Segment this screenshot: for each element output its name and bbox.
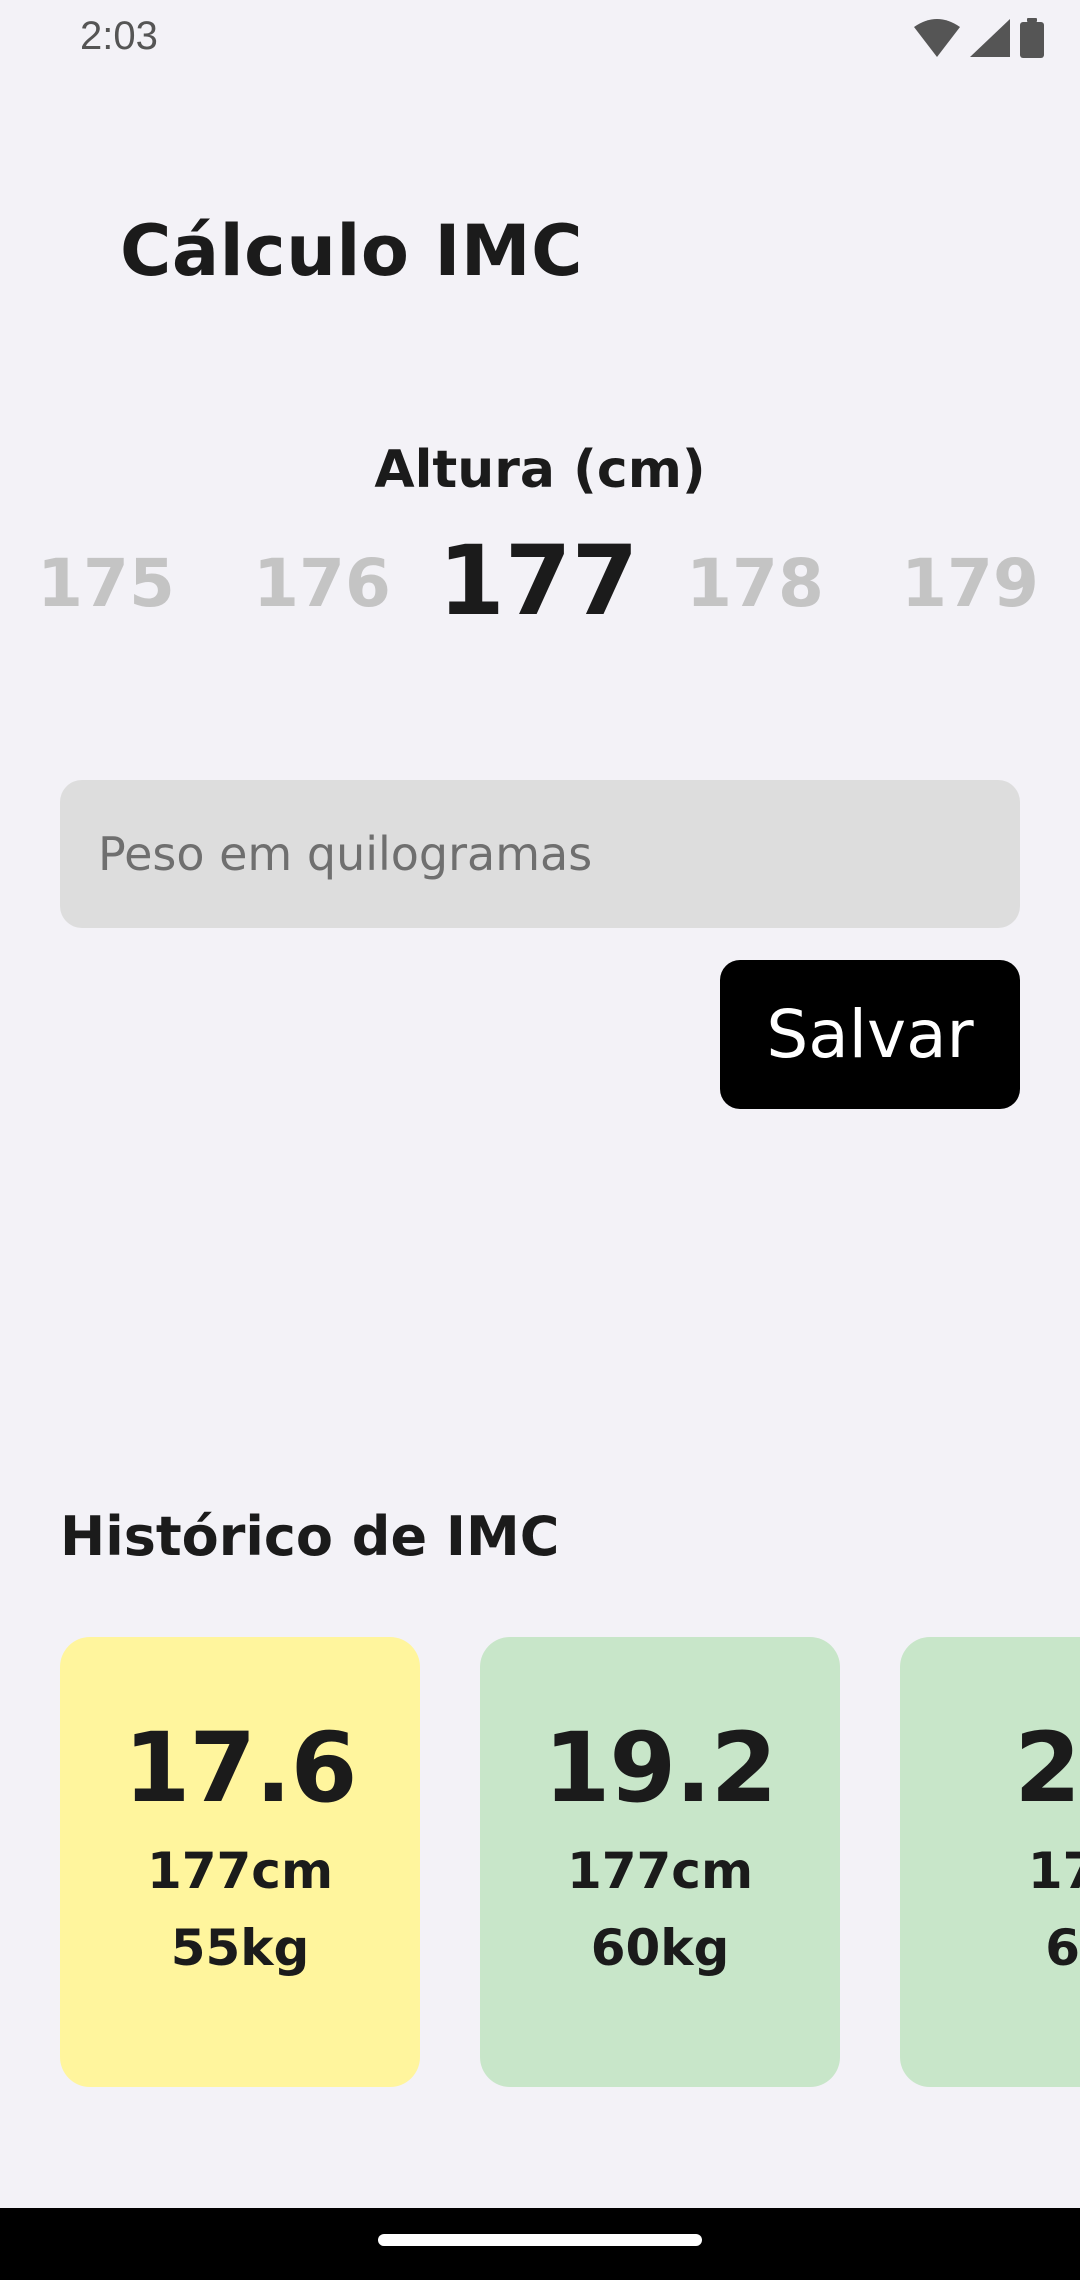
height-option[interactable]: 178 <box>655 545 855 622</box>
card-height: 177 <box>1027 1842 1080 1900</box>
history-card[interactable]: 17.6 177cm 55kg <box>60 1637 420 2087</box>
card-height: 177cm <box>146 1842 334 1900</box>
height-label: Altura (cm) <box>374 440 706 500</box>
history-card[interactable]: 19.2 177cm 60kg <box>480 1637 840 2087</box>
height-option[interactable]: 179 <box>870 545 1070 622</box>
height-option[interactable]: 176 <box>222 545 422 622</box>
home-indicator[interactable] <box>378 2234 702 2246</box>
history-card[interactable]: 20 177 65 <box>900 1637 1080 2087</box>
height-picker[interactable]: 175 176 177 178 179 <box>0 525 1080 645</box>
card-weight: 55kg <box>170 1919 310 1977</box>
wifi-icon <box>914 19 960 57</box>
height-option[interactable]: 175 <box>6 545 206 622</box>
card-bmi-value: 19.2 <box>543 1712 778 1824</box>
card-weight: 60kg <box>590 1919 730 1977</box>
card-height: 177cm <box>566 1842 754 1900</box>
status-time: 2:03 <box>80 14 158 58</box>
card-bmi-value: 17.6 <box>123 1712 358 1824</box>
page-title: Cálculo IMC <box>120 210 583 292</box>
battery-icon <box>1020 18 1044 58</box>
save-button[interactable]: Salvar <box>720 960 1020 1109</box>
height-option-selected[interactable]: 177 <box>438 525 638 637</box>
status-bar: 2:03 <box>0 0 1080 76</box>
cellular-signal-icon <box>970 19 1010 57</box>
card-bmi-value: 20 <box>1014 1712 1080 1824</box>
card-weight: 65 <box>1045 1919 1080 1977</box>
history-title: Histórico de IMC <box>60 1505 560 1568</box>
weight-input[interactable] <box>60 780 1020 928</box>
status-icons <box>914 18 1044 58</box>
history-list[interactable]: 17.6 177cm 55kg 19.2 177cm 60kg 20 177 6… <box>0 1637 1080 2087</box>
